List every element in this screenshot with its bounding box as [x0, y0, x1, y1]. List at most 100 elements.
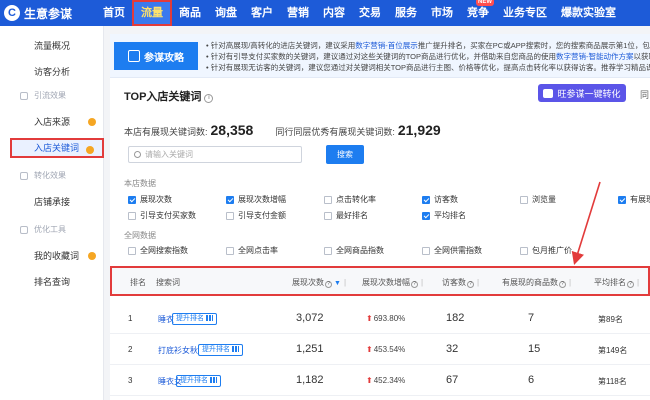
- metric-checkbox[interactable]: 全网商品指数: [324, 245, 384, 256]
- tool-icon: [543, 88, 554, 98]
- peer-keyword-count: 21,929: [397, 122, 441, 138]
- nav-item-3[interactable]: 询盘: [208, 0, 244, 26]
- metric-checkbox[interactable]: 全网点击率: [226, 245, 278, 256]
- checkbox-icon: [520, 246, 528, 255]
- sidebar: 流量概况 访客分析 引流效果 入店来源 入店关键词 转化效果 店铺承接 优化工具 我的收藏词 排名…: [0, 26, 104, 400]
- nav-item-label: 客户: [251, 7, 273, 19]
- brand-name: 生意参谋: [24, 6, 73, 21]
- nav-item-7[interactable]: 交易: [352, 0, 388, 26]
- sidebar-item-1[interactable]: 访客分析: [0, 62, 104, 82]
- sidebar-item-8[interactable]: 我的收藏词: [0, 246, 104, 266]
- nav-item-label: 流量: [141, 7, 163, 19]
- metric-checkbox[interactable]: 引导支付买家数: [128, 210, 196, 221]
- banner-logo-text: 参谋攻略: [144, 52, 184, 64]
- visitors-cell: 67: [446, 374, 459, 386]
- sidebar-item-4[interactable]: 入店关键词: [10, 138, 104, 158]
- sidebar-item-9[interactable]: 排名查询: [0, 272, 104, 292]
- boost-rank-label: 提升排名: [176, 315, 204, 322]
- metric-checkbox-label: 点击转化率: [336, 195, 376, 204]
- sidebar-item-label: 排名查询: [34, 277, 71, 287]
- col-keyword: 搜索词: [156, 278, 180, 287]
- table-row: 3 睡衣女 1,182 67 6 第118名 ⬆452.34% 提升排名: [110, 366, 650, 396]
- checkbox-icon: [128, 246, 136, 255]
- col-growth[interactable]: 展现次数增幅? |: [362, 277, 423, 288]
- sidebar-item-label: 引流效果: [34, 91, 66, 100]
- metric-checkbox[interactable]: 浏览量: [520, 194, 556, 205]
- metric-checkbox[interactable]: 有展现: [618, 194, 650, 205]
- metric-checkbox-label: 引导支付金额: [238, 211, 286, 220]
- col-visitors[interactable]: 访客数? |: [442, 277, 479, 288]
- sidebar-item-6[interactable]: 店铺承接: [0, 192, 104, 212]
- boost-rank-button[interactable]: 提升排名: [176, 375, 221, 387]
- nav-items: 首页 流量 商品 询盘 客户 营销 内容 交易 服务 市场 竞争 NEW 业务专区 爆款实验室: [96, 0, 623, 26]
- metric-checkbox[interactable]: 点击转化率: [324, 194, 376, 205]
- metric-checkbox[interactable]: 最好排名: [324, 210, 368, 221]
- col-visitors-label: 访客数: [442, 278, 466, 287]
- banner-link[interactable]: 数字营销-智能动作方案: [556, 52, 634, 61]
- keyword-cell[interactable]: 打底衫女秋: [158, 345, 198, 356]
- metric-checkbox[interactable]: 平均排名: [422, 210, 466, 221]
- edge-text[interactable]: 同: [640, 88, 649, 101]
- goods-cell: 6: [528, 374, 535, 386]
- metric-checkbox[interactable]: 访客数: [422, 194, 458, 205]
- keyword-search-input[interactable]: [145, 148, 295, 161]
- banner-line-text: • 针对有引导支付买家数的关键词，建议通过对这些关键词的TOP商品进行优化，并借…: [206, 52, 556, 61]
- metric-checkbox[interactable]: 包月推广价: [520, 245, 572, 256]
- nav-item-0[interactable]: 首页: [96, 0, 132, 26]
- nav-item-label: 首页: [103, 7, 125, 19]
- metric-checkbox[interactable]: 引导支付金额: [226, 210, 286, 221]
- nav-item-4[interactable]: 客户: [244, 0, 280, 26]
- metric-checkbox[interactable]: 全网供需指数: [422, 245, 482, 256]
- brand[interactable]: C 生意参谋: [0, 0, 96, 26]
- banner-line: • 针对有展现无访客的关键词，建议您通过对关键词相关TOP商品进行主图、价格等优…: [206, 62, 650, 73]
- sidebar-item-3[interactable]: 入店来源: [0, 112, 104, 132]
- nav-item-10[interactable]: 竞争 NEW: [460, 0, 496, 26]
- boost-rank-label: 提升排名: [202, 346, 230, 353]
- checkbox-checked-icon: [618, 195, 626, 204]
- keyword-stats: 本店有展现关键词数: 28,358 同行同层优秀有展现关键词数: 21,929: [124, 122, 441, 138]
- strategy-icon: [128, 50, 140, 62]
- banner-line-text: 推广提升排名，买家在PC或APP搜索时，您的搜索商品展示第1位，包月和: [417, 41, 650, 50]
- sort-desc-icon[interactable]: ▼: [334, 280, 341, 287]
- col-impressions-label: 展现次数: [292, 278, 324, 287]
- nav-item-8[interactable]: 服务: [388, 0, 424, 26]
- impressions-cell: 1,182: [296, 374, 324, 386]
- banner-line: • 针对高展现/高转化的进店关键词，建议采用数字营销-首位展示推广提升排名，买家…: [206, 40, 650, 51]
- col-goods[interactable]: 有展现的商品数? |: [502, 277, 571, 288]
- info-icon[interactable]: i: [204, 94, 214, 103]
- metric-checkbox-label: 平均排名: [434, 211, 466, 220]
- col-impressions[interactable]: 展现次数? ▼ |: [292, 277, 346, 288]
- checkbox-icon: [422, 246, 430, 255]
- metric-checkbox[interactable]: 全网搜索指数: [128, 245, 188, 256]
- sidebar-group-7: 优化工具: [0, 222, 104, 238]
- boost-rank-button[interactable]: 提升排名: [172, 313, 217, 325]
- table-row: 1 睡衣 3,072 182 7 第89名 ⬆693.80% 提升排名: [110, 304, 650, 334]
- nav-item-2[interactable]: 商品: [172, 0, 208, 26]
- checkbox-icon: [520, 195, 528, 204]
- nav-item-1[interactable]: 流量: [132, 0, 172, 26]
- store-data-label: 本店数据: [124, 179, 156, 188]
- nav-item-6[interactable]: 内容: [316, 0, 352, 26]
- impressions-cell: 1,251: [296, 343, 324, 355]
- nav-item-12[interactable]: 爆款实验室: [554, 0, 623, 26]
- checkbox-icon: [226, 211, 234, 220]
- col-avg-rank[interactable]: 平均排名? |: [594, 277, 639, 288]
- metric-checkbox[interactable]: 展现次数增幅: [226, 194, 286, 205]
- checkbox-checked-icon: [422, 211, 430, 220]
- banner-link[interactable]: 数字营销-首位展示: [355, 41, 418, 50]
- metric-checkbox-label: 浏览量: [532, 195, 556, 204]
- nav-item-9[interactable]: 市场: [424, 0, 460, 26]
- nav-item-5[interactable]: 营销: [280, 0, 316, 26]
- one-click-convert-button[interactable]: 旺参谋一键转化: [538, 84, 626, 102]
- group-icon: [20, 172, 28, 180]
- boost-rank-button[interactable]: 提升排名: [198, 344, 243, 356]
- status-dot-icon: [86, 146, 94, 154]
- checkbox-icon: [324, 211, 332, 220]
- table-row: 2 打底衫女秋 1,251 32 15 第149名 ⬆453.54% 提升排名: [110, 335, 650, 365]
- search-button[interactable]: 搜索: [326, 145, 364, 164]
- metric-checkbox-label: 全网商品指数: [336, 246, 384, 255]
- sidebar-item-0[interactable]: 流量概况: [0, 36, 104, 56]
- metric-checkbox-label: 最好排名: [336, 211, 368, 220]
- metric-checkbox[interactable]: 展现次数: [128, 194, 172, 205]
- nav-item-11[interactable]: 业务专区: [496, 0, 554, 26]
